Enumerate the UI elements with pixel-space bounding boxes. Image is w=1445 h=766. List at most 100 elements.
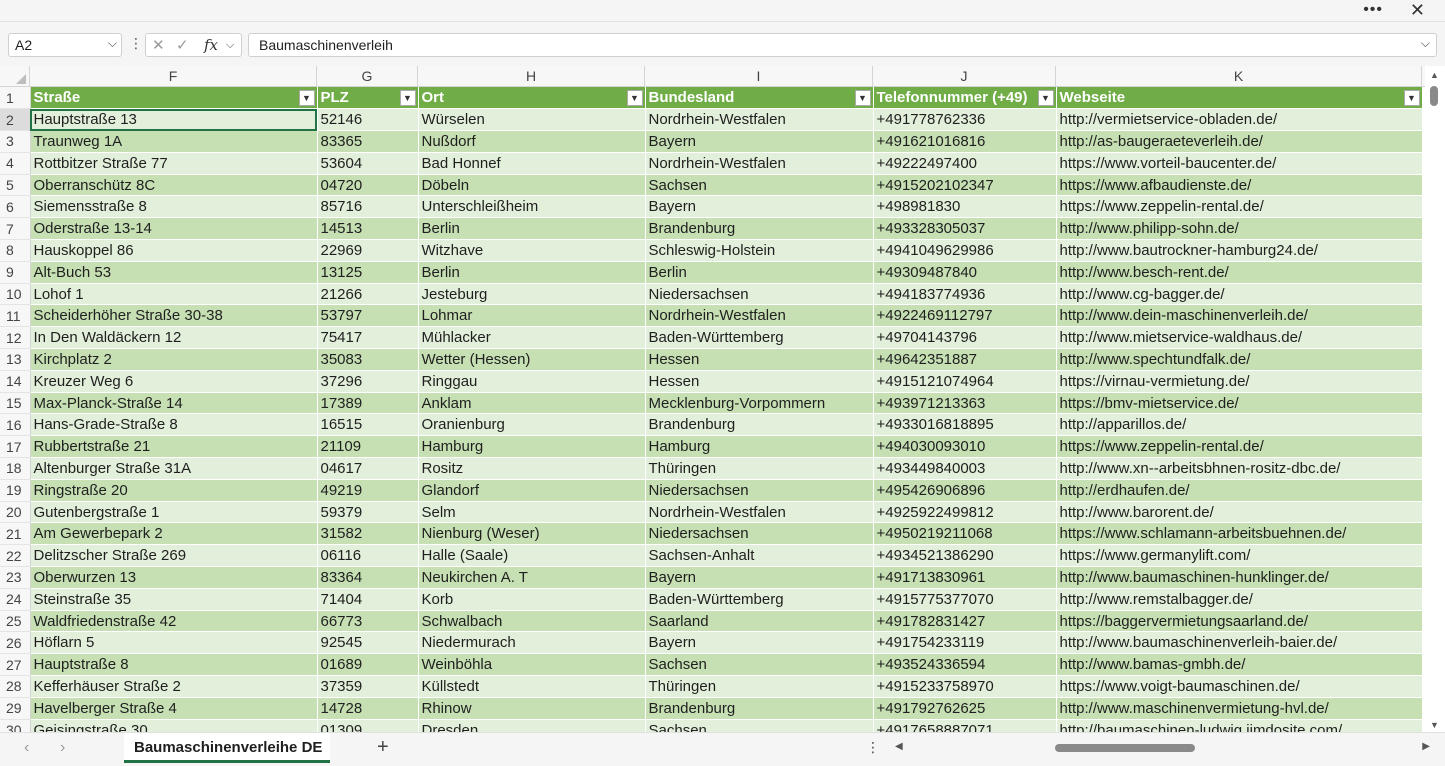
row-number[interactable]: 2 — [0, 108, 31, 132]
cell-plz[interactable]: 59379 — [317, 501, 419, 524]
row-number[interactable]: 22 — [0, 544, 31, 568]
cell-plz[interactable]: 71404 — [317, 588, 419, 611]
cell-bundesland[interactable]: Sachsen-Anhalt — [645, 544, 874, 568]
cell-bundesland[interactable]: Bayern — [645, 130, 874, 153]
filter-dropdown-icon[interactable]: ▼ — [298, 90, 315, 106]
cell-strasse[interactable]: Max-Planck-Straße 14 — [30, 392, 318, 415]
cell-ort[interactable]: Küllstedt — [418, 675, 646, 698]
cell-webseite[interactable]: http://www.bautrockner-hamburg24.de/ — [1056, 239, 1423, 262]
row-number[interactable]: 18 — [0, 457, 31, 480]
cell-plz[interactable]: 04617 — [317, 457, 419, 480]
cell-strasse[interactable]: Delitzscher Straße 269 — [30, 544, 318, 568]
cell-plz[interactable]: 31582 — [317, 522, 419, 546]
cell-telefon[interactable]: +498981830 — [873, 195, 1057, 219]
filter-dropdown-icon[interactable]: ▼ — [1403, 90, 1420, 106]
cell-ort[interactable]: Berlin — [418, 217, 646, 241]
cell-plz[interactable]: 06116 — [317, 544, 419, 568]
cell-plz[interactable]: 37359 — [317, 675, 419, 698]
row-number[interactable]: 9 — [0, 261, 31, 284]
row-number[interactable]: 27 — [0, 653, 31, 677]
cell-ort[interactable]: Unterschleißheim — [418, 195, 646, 219]
next-sheet-icon[interactable]: › — [60, 739, 65, 757]
cell-plz[interactable]: 35083 — [317, 348, 419, 371]
cell-bundesland[interactable]: Baden-Württemberg — [645, 326, 874, 350]
cell-webseite[interactable]: http://www.remstalbagger.de/ — [1056, 588, 1423, 611]
scroll-up-icon[interactable]: ▲ — [1430, 70, 1439, 80]
cell-bundesland[interactable]: Nordrhein-Westfalen — [645, 304, 874, 328]
cell-telefon[interactable]: +49704143796 — [873, 326, 1057, 350]
cell-telefon[interactable]: +4915121074964 — [873, 370, 1057, 393]
name-box[interactable]: A2 ⌵ — [8, 33, 122, 57]
row-number[interactable]: 23 — [0, 566, 31, 589]
cell-plz[interactable]: 16515 — [317, 413, 419, 437]
cell-telefon[interactable]: +491782831427 — [873, 610, 1057, 633]
cell-strasse[interactable]: Hauptstraße 8 — [30, 653, 318, 677]
cell-bundesland[interactable]: Baden-Württemberg — [645, 588, 874, 611]
cell-bundesland[interactable]: Bayern — [645, 195, 874, 219]
row-number[interactable]: 28 — [0, 675, 31, 698]
cell-strasse[interactable]: Rottbitzer Straße 77 — [30, 152, 318, 175]
cell-ort[interactable]: Weinböhla — [418, 653, 646, 677]
cell-strasse[interactable]: Alt-Buch 53 — [30, 261, 318, 284]
cell-ort[interactable]: Oranienburg — [418, 413, 646, 437]
cell-ort[interactable]: Korb — [418, 588, 646, 611]
cell-strasse[interactable]: Scheiderhöher Straße 30-38 — [30, 304, 318, 328]
row-number[interactable]: 20 — [0, 501, 31, 524]
horizontal-scroll-thumb[interactable] — [1055, 744, 1195, 752]
cell-ort[interactable]: Glandorf — [418, 479, 646, 502]
filter-dropdown-icon[interactable]: ▼ — [626, 90, 643, 106]
cell-ort[interactable]: Mühlacker — [418, 326, 646, 350]
cell-bundesland[interactable]: Sachsen — [645, 719, 874, 732]
cell-strasse[interactable]: Traunweg 1A — [30, 130, 318, 153]
row-number[interactable]: 1 — [0, 87, 31, 110]
cell-strasse[interactable]: Steinstraße 35 — [30, 588, 318, 611]
cell-strasse[interactable]: Rubbertstraße 21 — [30, 435, 318, 459]
cell-plz[interactable]: 21109 — [317, 435, 419, 459]
row-number[interactable]: 3 — [0, 130, 31, 153]
column-header-i[interactable]: I — [645, 66, 873, 87]
cell-strasse[interactable]: Höflarn 5 — [30, 631, 318, 655]
cell-bundesland[interactable]: Schleswig-Holstein — [645, 239, 874, 262]
row-number[interactable]: 19 — [0, 479, 31, 502]
cell-plz[interactable]: 22969 — [317, 239, 419, 262]
cell-telefon[interactable]: +493449840003 — [873, 457, 1057, 480]
row-number[interactable]: 12 — [0, 326, 31, 350]
cell-plz[interactable]: 66773 — [317, 610, 419, 633]
cell-bundesland[interactable]: Mecklenburg-Vorpommern — [645, 392, 874, 415]
cell-telefon[interactable]: +49309487840 — [873, 261, 1057, 284]
cell-telefon[interactable]: +491713830961 — [873, 566, 1057, 589]
cell-telefon[interactable]: +491792762625 — [873, 697, 1057, 720]
cell-strasse[interactable]: Am Gewerbepark 2 — [30, 522, 318, 546]
cell-telefon[interactable]: +491621016816 — [873, 130, 1057, 153]
cell-strasse[interactable]: Hauskoppel 86 — [30, 239, 318, 262]
cell-webseite[interactable]: https://baggervermietungsaarland.de/ — [1056, 610, 1423, 633]
cell-telefon[interactable]: +4922469112797 — [873, 304, 1057, 328]
cell-ort[interactable]: Selm — [418, 501, 646, 524]
header-cell-webseite[interactable]: Webseite ▼ — [1056, 87, 1423, 110]
cell-webseite[interactable]: http://www.barorent.de/ — [1056, 501, 1423, 524]
cell-bundesland[interactable]: Thüringen — [645, 457, 874, 480]
cell-telefon[interactable]: +4915233758970 — [873, 675, 1057, 698]
cell-plz[interactable]: 21266 — [317, 283, 419, 306]
cell-ort[interactable]: Rositz — [418, 457, 646, 480]
cell-plz[interactable]: 53797 — [317, 304, 419, 328]
cell-strasse[interactable]: Waldfriedenstraße 42 — [30, 610, 318, 633]
row-number[interactable]: 13 — [0, 348, 31, 371]
cell-bundesland[interactable]: Sachsen — [645, 653, 874, 677]
cell-webseite[interactable]: http://vermietservice-obladen.de/ — [1056, 108, 1423, 132]
row-number[interactable]: 15 — [0, 392, 31, 415]
cell-bundesland[interactable]: Brandenburg — [645, 413, 874, 437]
row-number[interactable]: 11 — [0, 304, 31, 328]
previous-sheet-icon[interactable]: ‹ — [24, 739, 29, 757]
cell-bundesland[interactable]: Nordrhein-Westfalen — [645, 108, 874, 132]
cell-plz[interactable]: 14513 — [317, 217, 419, 241]
header-cell-strasse[interactable]: Straße ▼ — [30, 87, 318, 110]
row-number[interactable]: 8 — [0, 239, 31, 262]
cell-telefon[interactable]: +494183774936 — [873, 283, 1057, 306]
row-number[interactable]: 6 — [0, 195, 31, 219]
cell-plz[interactable]: 85716 — [317, 195, 419, 219]
cell-bundesland[interactable]: Thüringen — [645, 675, 874, 698]
cell-bundesland[interactable]: Niedersachsen — [645, 283, 874, 306]
cell-ort[interactable]: Lohmar — [418, 304, 646, 328]
cell-bundesland[interactable]: Sachsen — [645, 174, 874, 197]
